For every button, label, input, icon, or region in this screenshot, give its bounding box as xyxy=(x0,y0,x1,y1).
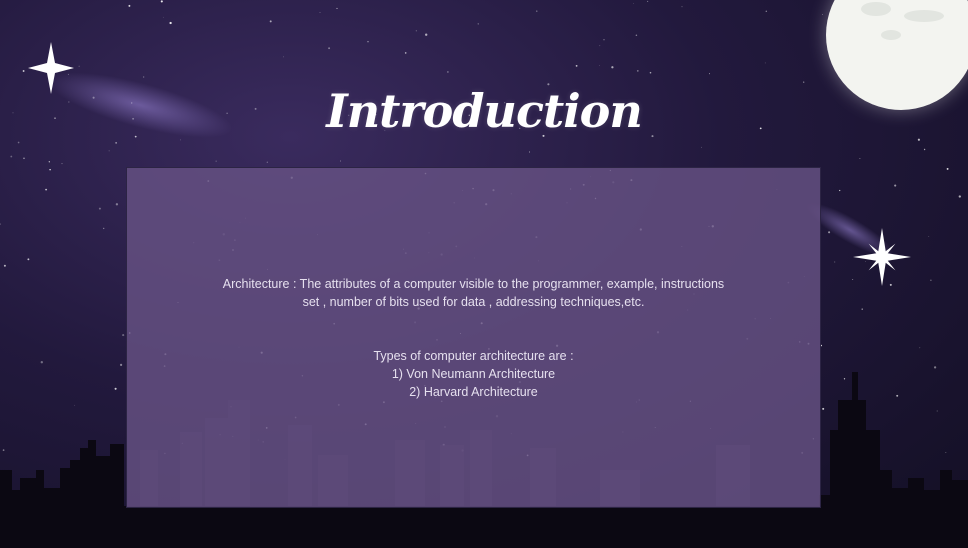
types-heading: Types of computer architecture are : xyxy=(373,349,574,363)
slide: Introduction Architecture : The attribut… xyxy=(0,0,968,548)
content-box: Architecture : The attributes of a compu… xyxy=(126,167,821,508)
architecture-line-2: set , number of bits used for data , add… xyxy=(302,295,645,309)
architecture-definition: Architecture : The attributes of a compu… xyxy=(127,275,820,311)
type-item: 2) Harvard Architecture xyxy=(409,385,538,399)
architecture-line-1: Architecture : The attributes of a compu… xyxy=(222,277,725,291)
type-item: 1) Von Neumann Architecture xyxy=(391,367,556,381)
architecture-types: Types of computer architecture are : 1) … xyxy=(127,347,820,401)
